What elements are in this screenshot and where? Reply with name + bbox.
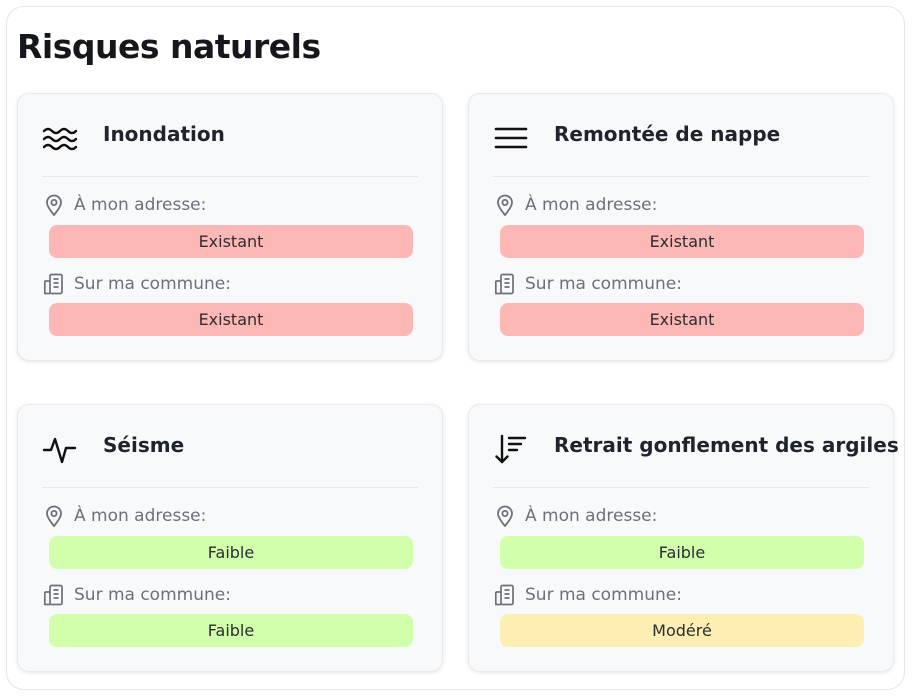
card-header: Séisme: [18, 405, 442, 487]
divider: [493, 176, 869, 177]
buildings-icon: [42, 583, 66, 607]
card-title: Inondation: [103, 122, 225, 146]
waves-icon: [42, 120, 78, 156]
address-status-badge: Existant: [49, 225, 413, 258]
commune-status-badge: Modéré: [500, 614, 864, 647]
page-title: Risques naturels: [17, 27, 321, 66]
commune-status-badge: Existant: [49, 303, 413, 336]
risk-card-inondation: Inondation À mon adresse: Existant Sur m…: [17, 93, 443, 361]
map-pin-icon: [493, 193, 517, 217]
sort-descending-icon: [493, 431, 529, 467]
risk-card-retrait-gonflement-des-argiles: Retrait gonflement des argiles À mon adr…: [468, 404, 899, 672]
commune-row: Sur ma commune:: [493, 582, 682, 608]
address-row: À mon adresse:: [493, 503, 657, 529]
card-header: Inondation: [18, 94, 442, 176]
commune-label: Sur ma commune:: [525, 585, 682, 605]
commune-label: Sur ma commune:: [525, 274, 682, 294]
lines-icon: [493, 120, 529, 156]
address-row: À mon adresse:: [493, 192, 657, 218]
address-status-badge: Faible: [500, 536, 864, 569]
commune-status-badge: Existant: [500, 303, 864, 336]
map-pin-icon: [493, 504, 517, 528]
map-pin-icon: [42, 193, 66, 217]
risk-card-remontee-de-nappe: Remontée de nappe À mon adresse: Existan…: [468, 93, 894, 361]
commune-row: Sur ma commune:: [42, 271, 231, 297]
card-header: Remontée de nappe: [469, 94, 893, 176]
map-pin-icon: [42, 504, 66, 528]
address-row: À mon adresse:: [42, 192, 206, 218]
commune-label: Sur ma commune:: [74, 274, 231, 294]
address-label: À mon adresse:: [74, 506, 207, 526]
address-label: À mon adresse:: [74, 195, 207, 215]
card-title: Remontée de nappe: [554, 122, 781, 146]
natural-risks-panel: Risques naturels Inondation À mon adress…: [6, 6, 905, 690]
commune-row: Sur ma commune:: [42, 582, 231, 608]
pulse-icon: [42, 431, 78, 467]
risk-card-seisme: Séisme À mon adresse: Faible Sur ma comm…: [17, 404, 443, 672]
card-header: Retrait gonflement des argiles: [469, 405, 899, 487]
address-label: À mon adresse:: [525, 506, 658, 526]
buildings-icon: [493, 272, 517, 296]
address-row: À mon adresse:: [42, 503, 206, 529]
commune-row: Sur ma commune:: [493, 271, 682, 297]
divider: [493, 487, 869, 488]
address-status-badge: Existant: [500, 225, 864, 258]
commune-status-badge: Faible: [49, 614, 413, 647]
buildings-icon: [493, 583, 517, 607]
card-title: Séisme: [103, 433, 185, 457]
divider: [42, 176, 418, 177]
divider: [42, 487, 418, 488]
buildings-icon: [42, 272, 66, 296]
address-status-badge: Faible: [49, 536, 413, 569]
card-title: Retrait gonflement des argiles: [554, 433, 899, 457]
address-label: À mon adresse:: [525, 195, 658, 215]
commune-label: Sur ma commune:: [74, 585, 231, 605]
